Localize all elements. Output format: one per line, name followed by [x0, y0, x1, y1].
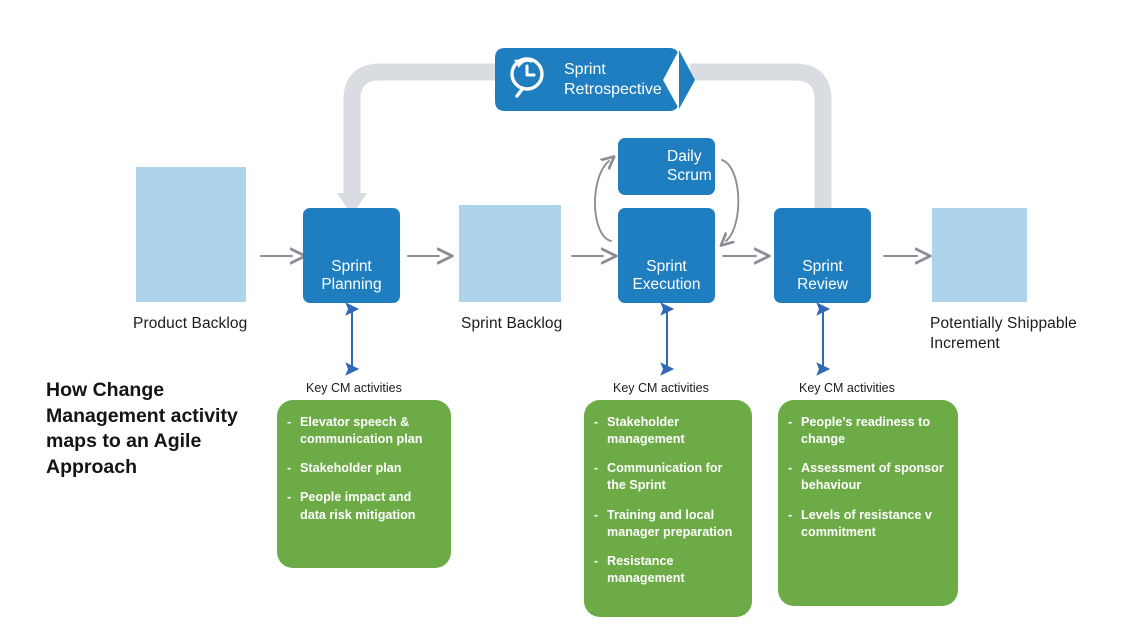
process-daily-scrum[interactable]: Daily Scrum — [618, 138, 715, 195]
bullet-dash: - — [788, 461, 793, 476]
cm-title-sprint-execution: Key CM activities — [613, 381, 709, 395]
cm-item-text: Levels of resistance v commitment — [801, 507, 932, 539]
cm-list-sprint-review: - People’s readiness to change - Assessm… — [788, 414, 946, 541]
bullet-dash: - — [594, 507, 599, 522]
cm-item-text: Stakeholder plan — [300, 461, 402, 476]
cm-item-text: Resistance management — [607, 553, 685, 585]
cm-title-sprint-planning: Key CM activities — [306, 381, 402, 395]
artifact-potentially-shippable-increment — [932, 208, 1027, 302]
cm-item-text: Elevator speech & communication plan — [300, 415, 423, 447]
list-item: - Levels of resistance v commitment — [788, 507, 946, 541]
cm-title-sprint-review: Key CM activities — [799, 381, 895, 395]
cm-card-sprint-planning: - Elevator speech & communication plan -… — [277, 400, 451, 568]
bullet-dash: - — [287, 415, 292, 429]
artifact-product-backlog — [136, 167, 246, 302]
page-title: How Change Management activity maps to a… — [46, 379, 238, 478]
artifact-caption-sprint-backlog: Sprint Backlog — [461, 315, 563, 332]
process-sprint-execution[interactable]: Sprint Execution — [618, 208, 715, 303]
cm-item-text: People impact and data risk mitigation — [300, 490, 416, 522]
loop-arc-right — [722, 159, 740, 241]
artifact-caption-product-backlog: Product Backlog — [133, 315, 248, 332]
process-label-sprint-retrospective: Sprint Retrospective — [564, 61, 662, 98]
bullet-dash: - — [788, 415, 793, 429]
diagram-canvas: Product Backlog Sprint Backlog Potential… — [0, 0, 1132, 633]
list-item: - Elevator speech & communication plan — [287, 414, 439, 448]
list-item: - Resistance management — [594, 553, 740, 587]
cm-list-sprint-execution: - Stakeholder management - Communication… — [594, 414, 740, 587]
cm-item-text: Training and local manager preparation — [607, 507, 733, 539]
process-sprint-planning[interactable]: Sprint Planning — [303, 208, 400, 303]
artifact-sprint-backlog — [459, 205, 561, 302]
bullet-dash: - — [594, 553, 599, 568]
cm-card-sprint-review: - People’s readiness to change - Assessm… — [778, 400, 958, 606]
list-item: - Communication for the Sprint — [594, 460, 740, 494]
bullet-dash: - — [287, 461, 292, 476]
loop-arc-left — [594, 161, 611, 242]
bullet-dash: - — [594, 461, 599, 476]
process-label-sprint-execution: Sprint Execution — [632, 258, 701, 294]
list-item: - Stakeholder plan — [287, 460, 439, 477]
cm-item-text: Stakeholder management — [607, 415, 685, 447]
process-label-sprint-review: Sprint Review — [797, 258, 848, 294]
process-sprint-retrospective[interactable]: Sprint Retrospective — [495, 48, 679, 111]
cm-item-text: Communication for the Sprint — [607, 461, 723, 493]
cm-item-text: People’s readiness to change — [801, 415, 931, 447]
cm-item-text: Assessment of sponsor behaviour — [801, 461, 944, 493]
process-label-sprint-planning: Sprint Planning — [321, 258, 382, 294]
list-item: - Training and local manager preparation — [594, 507, 740, 541]
bullet-dash: - — [788, 507, 793, 522]
bullet-dash: - — [594, 415, 599, 429]
cm-card-sprint-execution: - Stakeholder management - Communication… — [584, 400, 752, 617]
ribbon-retrospective-to-planning — [337, 63, 498, 215]
process-sprint-review[interactable]: Sprint Review — [774, 208, 871, 303]
process-label-daily-scrum: Daily Scrum — [667, 148, 712, 184]
artifact-caption-potentially-shippable-increment: Potentially Shippable Increment — [930, 315, 1077, 353]
list-item: - Assessment of sponsor behaviour — [788, 460, 946, 494]
list-item: - Stakeholder management — [594, 414, 740, 448]
bullet-dash: - — [287, 490, 292, 505]
list-item: - People’s readiness to change — [788, 414, 946, 448]
list-item: - People impact and data risk mitigation — [287, 489, 439, 523]
cm-list-sprint-planning: - Elevator speech & communication plan -… — [287, 414, 439, 524]
